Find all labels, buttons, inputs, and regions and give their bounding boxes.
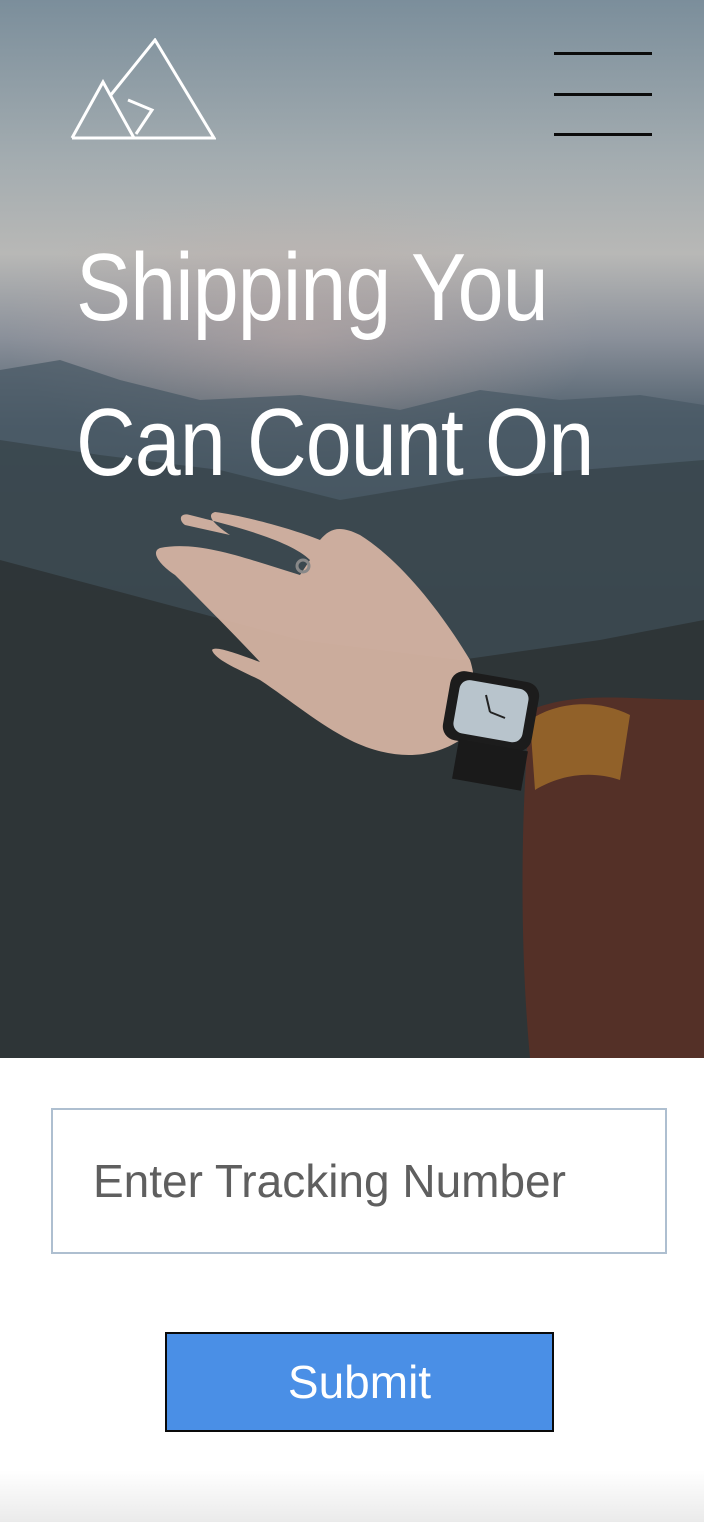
hamburger-menu-button[interactable] [552,50,654,140]
hero-title-line-1: Shipping You [76,234,549,341]
menu-bar-bottom [554,133,652,136]
hero-background-photo [0,360,704,1058]
tracking-number-input[interactable] [51,1108,667,1254]
hero-title-line-2: Can Count On [76,389,594,496]
bottom-edge-shadow [0,1470,704,1522]
menu-bar-middle [554,93,652,96]
hero-banner: Shipping You Can Count On [0,0,704,1058]
hero-title: Shipping You Can Count On [76,210,594,520]
menu-bar-top [554,52,652,55]
mountain-logo-icon[interactable] [70,38,216,142]
submit-button[interactable]: Submit [165,1332,554,1432]
